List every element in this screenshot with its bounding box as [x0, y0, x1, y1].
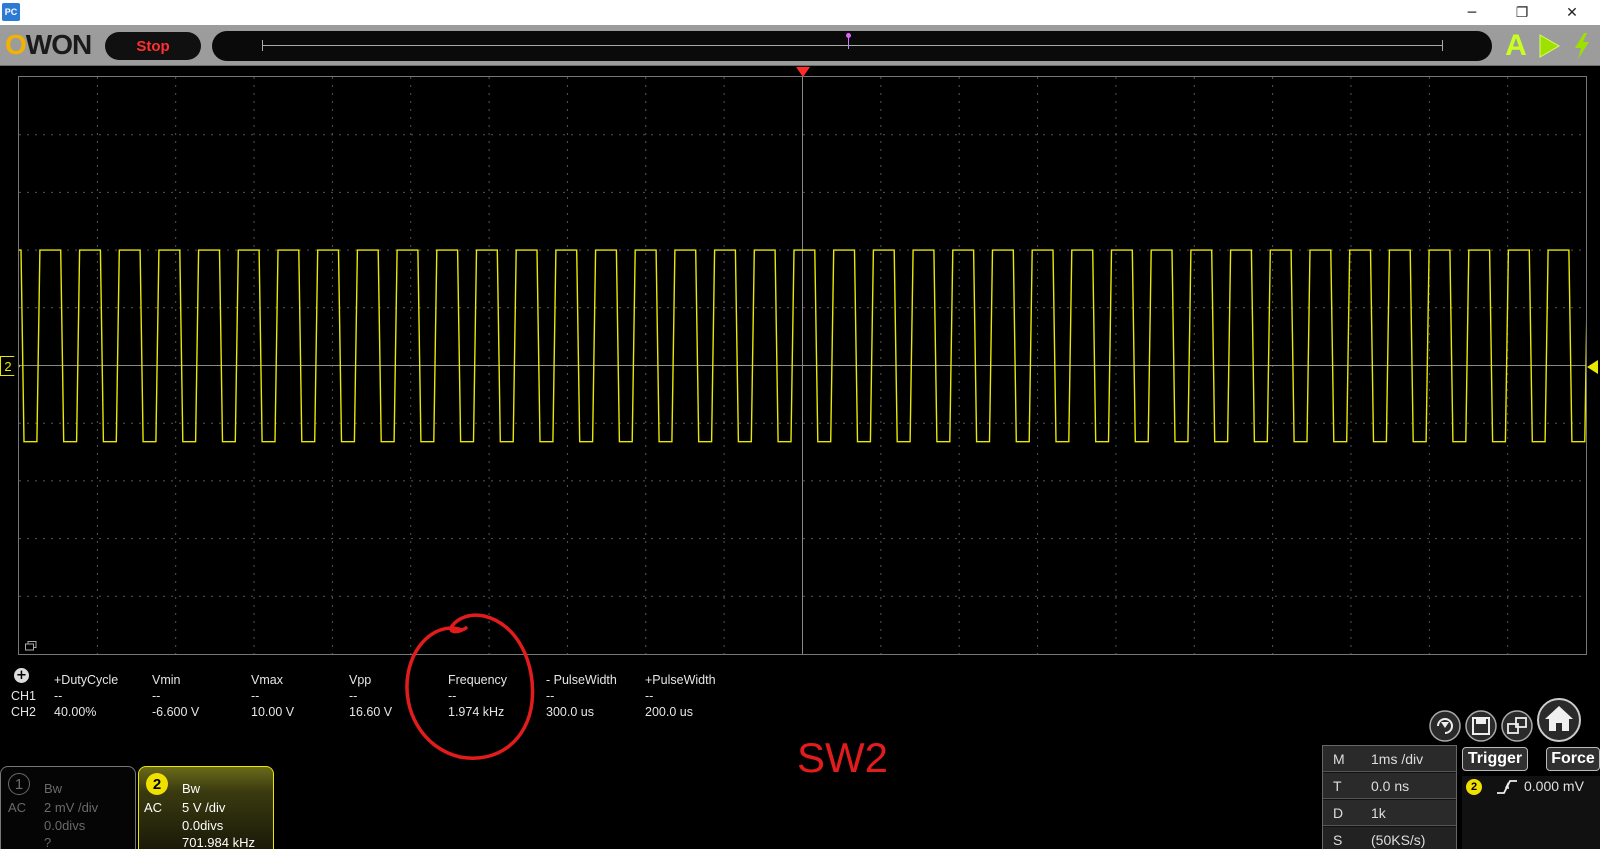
app-icon: PC [2, 3, 20, 21]
logo-o: O [5, 29, 27, 60]
channel-2-number: 2 [146, 773, 168, 795]
channel-1-coupling: AC [8, 800, 27, 815]
scope-toolbar: O WON Stop A [0, 25, 1600, 66]
save-icon[interactable] [1464, 709, 1498, 743]
lightning-icon[interactable] [1568, 30, 1596, 62]
autoset-icon[interactable]: A [1502, 29, 1530, 62]
restore-button[interactable]: ❐ [1499, 0, 1545, 25]
ch2-ground-marker[interactable]: 2 [0, 356, 20, 376]
meas-value: -- [251, 689, 260, 703]
refresh-home-icon[interactable] [1428, 709, 1462, 743]
trigger-level-marker[interactable] [1587, 360, 1598, 374]
meas-value: -- [546, 689, 555, 703]
annotation-circle [405, 613, 535, 760]
channel-1-offset: 0.0divs [44, 818, 86, 833]
channel-1-number: 1 [8, 773, 30, 795]
timebar-start-tick [262, 40, 263, 51]
meas-value: -- [349, 689, 358, 703]
meas-value-vpp: 16.60 V [349, 705, 393, 719]
waveform-display[interactable] [18, 76, 1587, 655]
horizontal-value: 1k [1371, 805, 1386, 821]
minimize-button[interactable]: ─ [1449, 0, 1495, 25]
channel-2-frequency: 701.984 kHz [182, 835, 255, 849]
horizontal-key: T [1333, 778, 1342, 794]
timebar-end-tick [1442, 40, 1443, 51]
horizontal-value: 0.0 ns [1371, 778, 1410, 794]
trigger-level: 0.000 mV [1524, 778, 1584, 794]
meas-value: -- [645, 689, 654, 703]
channel-1-panel[interactable]: 1 Bw AC 2 mV /div 0.0divs ? [0, 766, 136, 849]
channel-1-bw: Bw [44, 781, 63, 796]
force-button[interactable]: Force [1546, 747, 1600, 771]
window-restore-icon[interactable] [25, 641, 37, 651]
channel-2-bw: Bw [182, 781, 201, 796]
home-icon[interactable] [1536, 697, 1582, 743]
channel-2-coupling: AC [144, 800, 163, 815]
meas-value-neg-pulsewidth: 300.0 us [546, 705, 594, 719]
add-measurement-icon[interactable]: + [14, 668, 29, 683]
annotation-label: SW2 [797, 734, 889, 781]
channel-2-offset: 0.0divs [182, 818, 224, 833]
meas-header-vpp: Vpp [349, 673, 372, 687]
window-titlebar: PC ─ ❐ ✕ [0, 0, 1600, 25]
horizontal-row-trigger-time[interactable]: T 0.0 ns [1323, 773, 1456, 799]
horizontal-row-sample-rate[interactable]: S (50KS/s) [1323, 827, 1456, 849]
meas-header-dutycycle: +DutyCycle [54, 673, 119, 687]
trigger-channel-badge: 2 [1466, 779, 1482, 795]
horizontal-value: 1ms /div [1371, 751, 1424, 767]
owon-logo: O WON [5, 29, 92, 60]
horizontal-row-depth[interactable]: D 1k [1323, 800, 1456, 826]
trigger-info-panel[interactable]: 2 0.000 mV [1462, 776, 1600, 849]
horizontal-value: (50KS/s) [1371, 832, 1426, 848]
close-button[interactable]: ✕ [1549, 0, 1595, 25]
channel-1-frequency: ? [44, 835, 52, 849]
meas-header-vmin: Vmin [152, 673, 181, 687]
meas-value: -- [54, 689, 63, 703]
swap-layout-icon[interactable] [1500, 709, 1534, 743]
meas-header-neg-pulsewidth: - PulseWidth [546, 673, 617, 687]
logo-rest: WON [25, 29, 92, 60]
run-icon[interactable] [1535, 30, 1563, 62]
meas-row-label-ch1: CH1 [11, 689, 37, 703]
timebar-line [262, 45, 1442, 46]
horizontal-key: S [1333, 832, 1343, 848]
rising-edge-icon [1497, 780, 1517, 794]
meas-row-label-ch2: CH2 [11, 705, 37, 719]
horizontal-key: D [1333, 805, 1344, 821]
meas-value-vmax: 10.00 V [251, 705, 295, 719]
channel-1-scale: 2 mV /div [44, 800, 99, 815]
waveform-grid-svg [19, 77, 1586, 654]
channel-2-scale: 5 V /div [182, 800, 226, 815]
horizontal-key: M [1333, 751, 1345, 767]
meas-header-vmax: Vmax [251, 673, 283, 687]
meas-value-vmin: -6.600 V [152, 705, 200, 719]
meas-value: -- [152, 689, 161, 703]
trigger-button[interactable]: Trigger [1462, 747, 1528, 771]
channel-2-panel[interactable]: 2 Bw AC 5 V /div 0.0divs 701.984 kHz [138, 766, 274, 849]
memory-position-bar[interactable] [212, 31, 1492, 61]
grid [19, 77, 1586, 654]
timebar-position-dot[interactable] [846, 33, 851, 38]
horizontal-row-timebase[interactable]: M 1ms /div [1323, 746, 1456, 772]
horizontal-settings-panel[interactable]: M 1ms /div T 0.0 ns D 1k S (50KS/s) [1322, 745, 1457, 849]
meas-value-dutycycle: 40.00% [54, 705, 97, 719]
meas-value-pos-pulsewidth: 200.0 us [645, 705, 693, 719]
run-stop-button[interactable]: Stop [105, 32, 201, 60]
meas-header-pos-pulsewidth: +PulseWidth [645, 673, 716, 687]
